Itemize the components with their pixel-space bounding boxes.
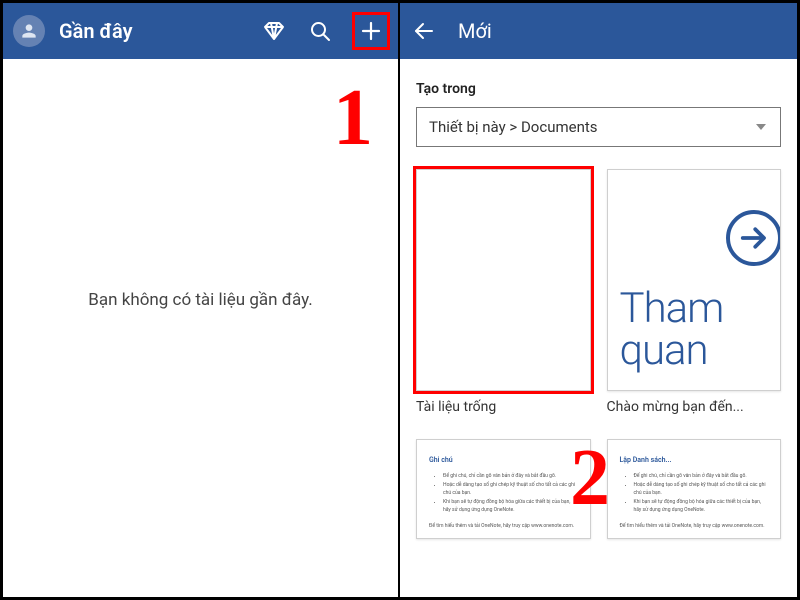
template-welcome-label: Chào mừng bạn đến... (607, 399, 782, 415)
template-welcome[interactable]: Tham quan Chào mừng bạn đến... (607, 169, 782, 415)
back-button[interactable] (410, 17, 438, 45)
right-topbar: Mới (400, 3, 797, 59)
template-blank[interactable]: Tài liệu trống (416, 169, 591, 415)
template-blank-thumb (416, 169, 591, 391)
template-row: Tài liệu trống Tham quan Chào mừng bạn đ… (416, 169, 781, 415)
chevron-down-icon (756, 124, 766, 130)
template-welcome-thumb: Tham quan (607, 169, 782, 391)
page-title: Mới (458, 19, 787, 43)
template-list[interactable]: Lập Danh sách... Để ghi chú, chỉ cần gõ … (607, 439, 782, 539)
arrow-left-icon (412, 19, 436, 43)
create-in-label: Tạo trong (416, 81, 781, 97)
location-dropdown-value: Thiết bị này > Documents (429, 118, 598, 136)
location-dropdown[interactable]: Thiết bị này > Documents (416, 107, 781, 147)
annotation-step-2: 2 (570, 433, 610, 524)
empty-message: Bạn không có tài liệu gần đây. (88, 290, 312, 310)
template-welcome-preview: Tham quan (620, 288, 781, 372)
arrow-circle-icon (726, 210, 781, 266)
template-notes[interactable]: Ghi chú Để ghi chú, chỉ cần gõ văn bản ở… (416, 439, 591, 539)
annotation-step-1: 1 (333, 73, 373, 164)
template-blank-label: Tài liệu trống (416, 399, 591, 415)
